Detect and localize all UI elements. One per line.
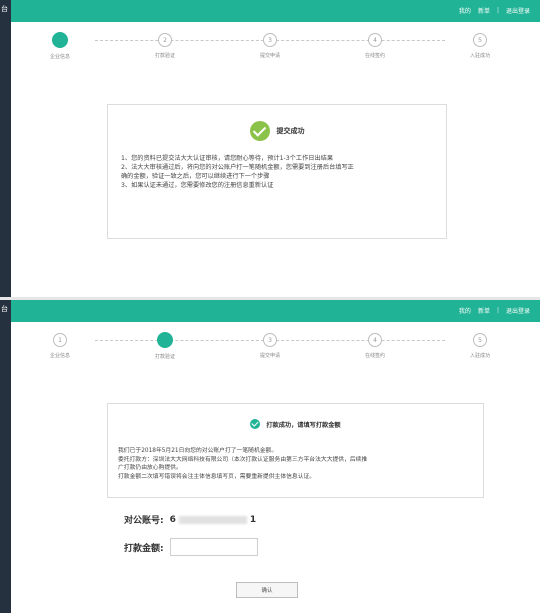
confirm-button[interactable]: 确认 [236, 582, 298, 598]
header-separator: | [496, 7, 499, 14]
step-5-dot: 5 [473, 33, 487, 47]
step-1: 1 企业信息 [25, 330, 95, 359]
header-bar: 我的 新单 | 退出登录 [11, 300, 540, 322]
note-line: 我们已于2018年5月21日向您的对公账户打了一笔随机金额。 [118, 448, 278, 454]
account-number-row: 对公账号: 6 1 [124, 513, 257, 527]
header-separator: | [496, 307, 499, 314]
note-line: 广打款仍由放心购提供。 [118, 465, 182, 471]
step-3-label: 提交申请 [259, 53, 280, 59]
step-5: 5 入驻成功 [445, 30, 515, 59]
step-3-dot: 3 [263, 33, 277, 47]
step-4-dot: 4 [368, 33, 382, 47]
step-3-dot: 3 [263, 333, 277, 347]
step-2-label: 打款验证 [154, 53, 175, 59]
note-line: 1、您的资料已提交法大大认证审核，请您耐心等待，预计1-3个工作日出结果 [121, 155, 334, 162]
step-5-label: 入驻成功 [469, 53, 490, 59]
step-4: 4 在线签约 [340, 330, 410, 359]
step-3-label: 提交申请 [259, 353, 280, 359]
redacted-digits [178, 515, 247, 524]
payment-amount-label: 打款金额: [124, 543, 164, 554]
step-2: 2 打款验证 [130, 30, 200, 59]
account-number-label: 对公账号: [124, 516, 164, 526]
step-5-dot: 5 [473, 333, 487, 347]
note-line: 2、法大大审核通过后，将向您的对公账户打一笔随机金额，您需要到注册后台填写正 [121, 164, 354, 171]
step-2-dot [157, 332, 173, 348]
header-link-new[interactable]: 新单 [478, 6, 490, 15]
sidebar-title-fragment: 台 [1, 5, 8, 13]
payment-amount-input[interactable] [169, 538, 258, 556]
step-5: 5 入驻成功 [445, 330, 515, 359]
step-1: 企业信息 [25, 30, 95, 60]
success-check-icon [249, 121, 270, 141]
account-number-suffix: 1 [249, 514, 257, 525]
logout-link[interactable]: 退出登录 [506, 6, 530, 15]
sidebar: 台 [0, 0, 11, 297]
step-1-dot: 1 [53, 333, 67, 347]
sidebar: 台 [0, 300, 11, 613]
note-line: 委托打款方：深圳法大大网络科技有限公司（本次打款认证服务由第三方平台法大大提供，… [118, 456, 368, 463]
success-check-icon [250, 419, 261, 429]
header-bar: 我的 新单 | 退出登录 [11, 0, 540, 22]
step-4-label: 在线签约 [364, 353, 385, 359]
note-line: 确的金额，验证一致之后，您可以继续进行下一个步骤 [121, 173, 270, 180]
logout-link[interactable]: 退出登录 [506, 306, 530, 315]
header-link-mine[interactable]: 我的 [459, 6, 471, 15]
step-3: 3 提交申请 [235, 30, 305, 59]
sidebar-title-fragment: 台 [1, 305, 8, 313]
step-1-dot [52, 32, 68, 48]
header-link-mine[interactable]: 我的 [459, 306, 471, 315]
payment-notes: 我们已于2018年5月21日向您的对公账户打了一笔随机金额。 委托打款方：深圳法… [118, 447, 473, 481]
step-5-label: 入驻成功 [469, 353, 490, 359]
step-4-dot: 4 [368, 333, 382, 347]
account-number-prefix: 6 [169, 514, 176, 525]
submit-success-screen: 台 我的 新单 | 退出登录 企业信息 2 打款验证 3 提交申请 4 在线签约… [0, 0, 540, 297]
step-2-label: 打款验证 [154, 354, 175, 360]
submit-success-card: 提交成功 1、您的资料已提交法大大认证审核，请您耐心等待，预计1-3个工作日出结… [107, 104, 447, 239]
step-1-label: 企业信息 [49, 353, 70, 359]
success-title: 提交成功 [276, 127, 305, 135]
note-line: 打款金额二次填写错误将会注主体信息填写页，需要重新提供主体信息认证。 [118, 473, 316, 480]
step-2: 打款验证 [130, 330, 200, 360]
step-1-label: 企业信息 [49, 54, 70, 60]
payment-success-title: 打款成功，请填写打款金额 [266, 421, 341, 429]
step-3: 3 提交申请 [235, 330, 305, 359]
account-number-value: 6 1 [170, 515, 257, 525]
step-2-dot: 2 [158, 33, 172, 47]
progress-steps: 1 企业信息 打款验证 3 提交申请 4 在线签约 5 入驻成功 [50, 330, 490, 364]
step-4-label: 在线签约 [364, 53, 385, 59]
header-link-new[interactable]: 新单 [478, 306, 490, 315]
progress-steps: 企业信息 2 打款验证 3 提交申请 4 在线签约 5 入驻成功 [50, 30, 490, 64]
note-line: 3、如果认证未通过，您需要修改您的注册信息重新认证 [121, 182, 274, 189]
payment-success-card: 打款成功，请填写打款金额 我们已于2018年5月21日向您的对公账户打了一笔随机… [107, 403, 484, 498]
step-4: 4 在线签约 [340, 30, 410, 59]
payment-amount-row: 打款金额: [124, 538, 258, 556]
success-notes: 1、您的资料已提交法大大认证审核，请您耐心等待，预计1-3个工作日出结果 2、法… [121, 154, 433, 190]
